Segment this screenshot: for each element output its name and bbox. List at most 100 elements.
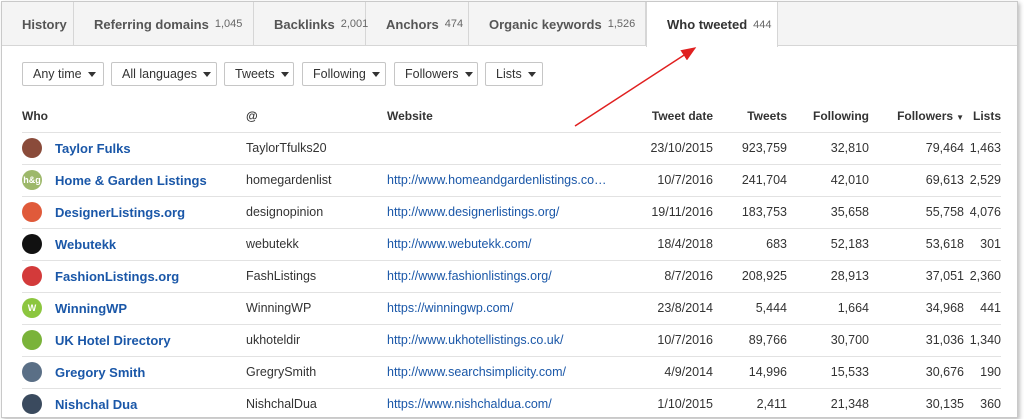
- twitter-handle: ukhoteldir: [246, 324, 387, 357]
- user-name-link[interactable]: Webutekk: [55, 237, 116, 252]
- header-tweet-date[interactable]: Tweet date: [622, 100, 713, 133]
- website-link[interactable]: http://www.webutekk.com/: [387, 237, 532, 251]
- user-name-link[interactable]: Gregory Smith: [55, 365, 145, 380]
- who-tweeted-table: Who @ Website Tweet date Tweets Followin…: [22, 100, 1001, 417]
- filter-following-dropdown[interactable]: Following: [302, 62, 386, 86]
- following-count: 30,700: [787, 324, 869, 357]
- website-cell: http://www.designerlistings.org/: [387, 196, 622, 229]
- avatar: [22, 202, 42, 222]
- twitter-handle: homegardenlist: [246, 164, 387, 197]
- website-cell: http://www.ukhotellistings.co.uk/: [387, 324, 622, 357]
- filter-label: Following: [313, 67, 366, 81]
- user-name-link[interactable]: DesignerListings.org: [55, 205, 185, 220]
- following-count: 35,658: [787, 196, 869, 229]
- user-name-link[interactable]: Taylor Fulks: [55, 141, 131, 156]
- user-name-link[interactable]: WinningWP: [55, 301, 127, 316]
- tweets-count: 208,925: [713, 260, 787, 293]
- tab-count: 474: [444, 18, 464, 30]
- followers-count: 79,464: [869, 132, 964, 165]
- lists-count: 441: [964, 292, 1001, 325]
- sort-desc-icon: ▼: [956, 112, 964, 122]
- tab-organic-keywords[interactable]: Organic keywords 1,526: [469, 2, 646, 46]
- tweets-count: 2,411: [713, 388, 787, 417]
- filter-followers-dropdown[interactable]: Followers: [394, 62, 478, 86]
- table-row: Nishchal Dua NishchalDua https://www.nishc…: [22, 388, 1001, 417]
- tweet-date: 10/7/2016: [622, 164, 713, 197]
- following-count: 42,010: [787, 164, 869, 197]
- website-link[interactable]: http://www.homeandgardenlistings.co…: [387, 173, 607, 187]
- followers-count: 30,135: [869, 388, 964, 417]
- caret-down-icon: [464, 71, 473, 77]
- tab-anchors[interactable]: Anchors 474: [366, 2, 469, 46]
- following-count: 32,810: [787, 132, 869, 165]
- tweets-count: 5,444: [713, 292, 787, 325]
- filter-tweets-dropdown[interactable]: Tweets: [224, 62, 294, 86]
- tab-label: Referring domains: [94, 16, 209, 32]
- tab-backlinks[interactable]: Backlinks 2,001: [254, 2, 368, 46]
- avatar: [22, 266, 42, 286]
- tab-count: 1,526: [607, 18, 636, 30]
- tab-label: Anchors: [386, 16, 439, 32]
- table-row: W WinningWP WinningWP https://winningwp.com…: [22, 292, 1001, 325]
- user-name-link[interactable]: UK Hotel Directory: [55, 333, 171, 348]
- following-count: 28,913: [787, 260, 869, 293]
- tab-label: Who tweeted: [667, 17, 748, 32]
- website-link[interactable]: https://www.nishchaldua.com/: [387, 397, 552, 411]
- website-link[interactable]: http://www.ukhotellistings.co.uk/: [387, 333, 563, 347]
- tweet-date: 10/7/2016: [622, 324, 713, 357]
- header-lists[interactable]: Lists: [964, 100, 1001, 133]
- filter-label: Followers: [405, 67, 459, 81]
- avatar: W: [22, 298, 42, 318]
- user-name-link[interactable]: Nishchal Dua: [55, 397, 137, 412]
- tab-count: 1,045: [214, 18, 243, 30]
- tab-who-tweeted[interactable]: Who tweeted 444: [646, 2, 778, 47]
- website-link[interactable]: http://www.searchsimplicity.com/: [387, 365, 566, 379]
- tweets-count: 683: [713, 228, 787, 261]
- tab-label: Organic keywords: [489, 16, 602, 32]
- tab-referring-domains[interactable]: Referring domains 1,045: [74, 2, 254, 46]
- following-count: 1,664: [787, 292, 869, 325]
- website-cell: http://www.homeandgardenlistings.co…: [387, 164, 622, 197]
- filter-lists-dropdown[interactable]: Lists: [485, 62, 543, 86]
- tab-label: Backlinks: [274, 16, 335, 32]
- website-link[interactable]: https://winningwp.com/: [387, 301, 513, 315]
- caret-down-icon: [203, 71, 212, 77]
- tweet-date: 18/4/2018: [622, 228, 713, 261]
- followers-count: 69,613: [869, 164, 964, 197]
- header-followers[interactable]: Followers ▼: [869, 100, 964, 133]
- avatar: [22, 138, 42, 158]
- website-cell: http://www.searchsimplicity.com/: [387, 356, 622, 389]
- website-link[interactable]: http://www.designerlistings.org/: [387, 205, 559, 219]
- filter-label: Tweets: [235, 67, 275, 81]
- who-cell: DesignerListings.org: [22, 196, 246, 229]
- filter-languages-dropdown[interactable]: All languages: [111, 62, 217, 86]
- website-link[interactable]: http://www.fashionlistings.org/: [387, 269, 552, 283]
- tweet-date: 8/7/2016: [622, 260, 713, 293]
- followers-count: 55,758: [869, 196, 964, 229]
- tab-history[interactable]: History: [2, 2, 74, 46]
- filter-label: Lists: [496, 67, 522, 81]
- user-name-link[interactable]: FashionListings.org: [55, 269, 179, 284]
- user-name-link[interactable]: Home & Garden Listings: [55, 173, 207, 188]
- header-tweets[interactable]: Tweets: [713, 100, 787, 133]
- tweet-date: 1/10/2015: [622, 388, 713, 417]
- avatar: [22, 330, 42, 350]
- who-cell: UK Hotel Directory: [22, 324, 246, 357]
- website-cell: [387, 132, 622, 165]
- followers-count: 37,051: [869, 260, 964, 293]
- website-cell: https://www.nishchaldua.com/: [387, 388, 622, 417]
- twitter-handle: NishchalDua: [246, 388, 387, 417]
- following-count: 15,533: [787, 356, 869, 389]
- table-header-row: Who @ Website Tweet date Tweets Followin…: [22, 100, 1001, 133]
- twitter-handle: TaylorTfulks20: [246, 132, 387, 165]
- caret-down-icon: [371, 71, 380, 77]
- tweets-count: 14,996: [713, 356, 787, 389]
- header-website: Website: [387, 100, 622, 133]
- lists-count: 2,360: [964, 260, 1001, 293]
- who-cell: Webutekk: [22, 228, 246, 261]
- lists-count: 360: [964, 388, 1001, 417]
- who-cell: FashionListings.org: [22, 260, 246, 293]
- filter-any-time-dropdown[interactable]: Any time: [22, 62, 104, 86]
- header-following[interactable]: Following: [787, 100, 869, 133]
- table-row: UK Hotel Directory ukhoteldir http://www.u…: [22, 324, 1001, 357]
